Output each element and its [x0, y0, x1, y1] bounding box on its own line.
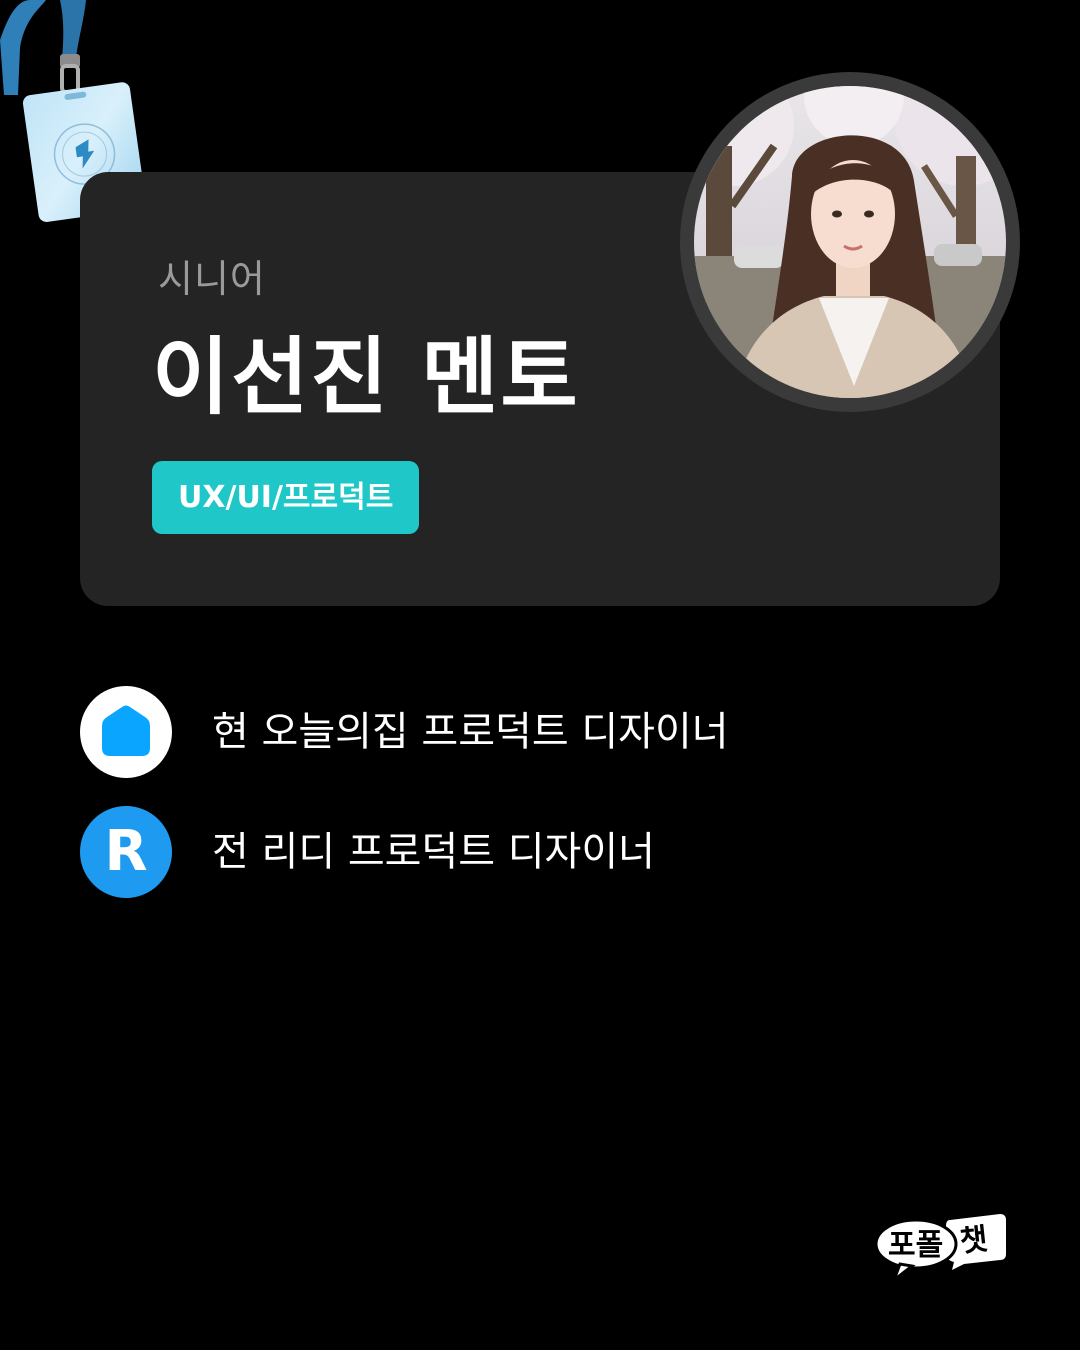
brand-text-2: 챗 [958, 1222, 989, 1260]
career-item-current: 현 오늘의집 프로덕트 디자이너 [80, 686, 980, 778]
mentor-photo-icon [694, 86, 1006, 398]
brand-logo: 포폴 챗 [872, 1210, 1012, 1285]
brand-text-1: 포폴 [888, 1228, 943, 1263]
mentor-level: 시니어 [158, 257, 266, 301]
ohouse-logo-icon [80, 686, 172, 778]
mentor-name: 이선진 멘토 [152, 328, 580, 426]
career-text-current: 현 오늘의집 프로덕트 디자이너 [212, 709, 729, 755]
career-item-previous: R 전 리디 프로덕트 디자이너 [80, 806, 980, 898]
ridi-logo-icon: R [80, 806, 172, 898]
career-text-previous: 전 리디 프로덕트 디자이너 [212, 829, 655, 875]
speech-bubble-logo-icon: 포폴 챗 [874, 1214, 1006, 1285]
avatar [680, 72, 1020, 412]
category-tag: UX/UI/프로덕트 [152, 461, 420, 534]
